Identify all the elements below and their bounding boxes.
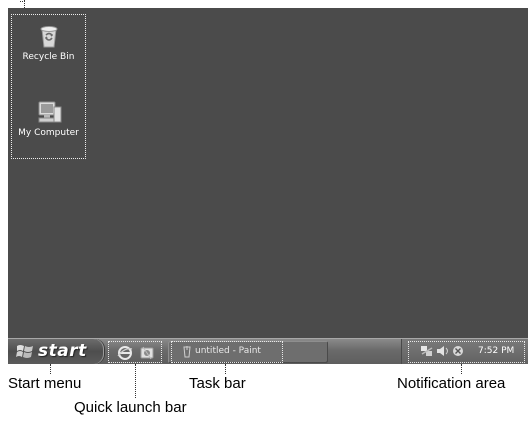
label-start-menu: Start menu [8,375,82,392]
recycle-bin-icon [40,26,57,48]
quick-launch-leader [135,364,136,398]
start-label: start [38,341,87,361]
outlook-express-icon[interactable] [139,345,155,361]
desktop-icon-label: Recycle Bin [22,52,75,62]
task-bar-area [171,341,283,363]
start-menu-leader [50,364,51,374]
quick-launch-bar [108,341,162,363]
volume-icon[interactable] [436,345,450,357]
desktop-icon-recycle-bin[interactable]: Recycle Bin [11,23,86,62]
network-icon[interactable] [420,345,434,358]
annotated-screenshot: Recycle Bin My Computer start untitled -… [0,0,531,421]
start-button[interactable]: start [8,339,104,364]
label-notification-area: Notification area [397,375,506,392]
taskbar: start untitled - Paint 7:52 PM [8,338,528,364]
icons-leader-tick [20,1,25,2]
task-bar-leader [225,364,226,374]
notification-area-leader [461,364,462,374]
windows-flag-icon [16,345,33,358]
clock[interactable]: 7:52 PM [478,346,514,356]
desktop-icons-group: Recycle Bin My Computer [11,14,86,159]
internet-explorer-icon[interactable] [117,345,133,361]
security-icon[interactable] [452,345,464,357]
label-quick-launch-bar: Quick launch bar [74,399,187,416]
my-computer-icon [38,101,61,123]
label-task-bar: Task bar [189,375,246,392]
desktop-icon-label: My Computer [18,128,79,138]
desktop-icon-my-computer[interactable]: My Computer [11,99,86,138]
desktop[interactable] [8,8,528,338]
